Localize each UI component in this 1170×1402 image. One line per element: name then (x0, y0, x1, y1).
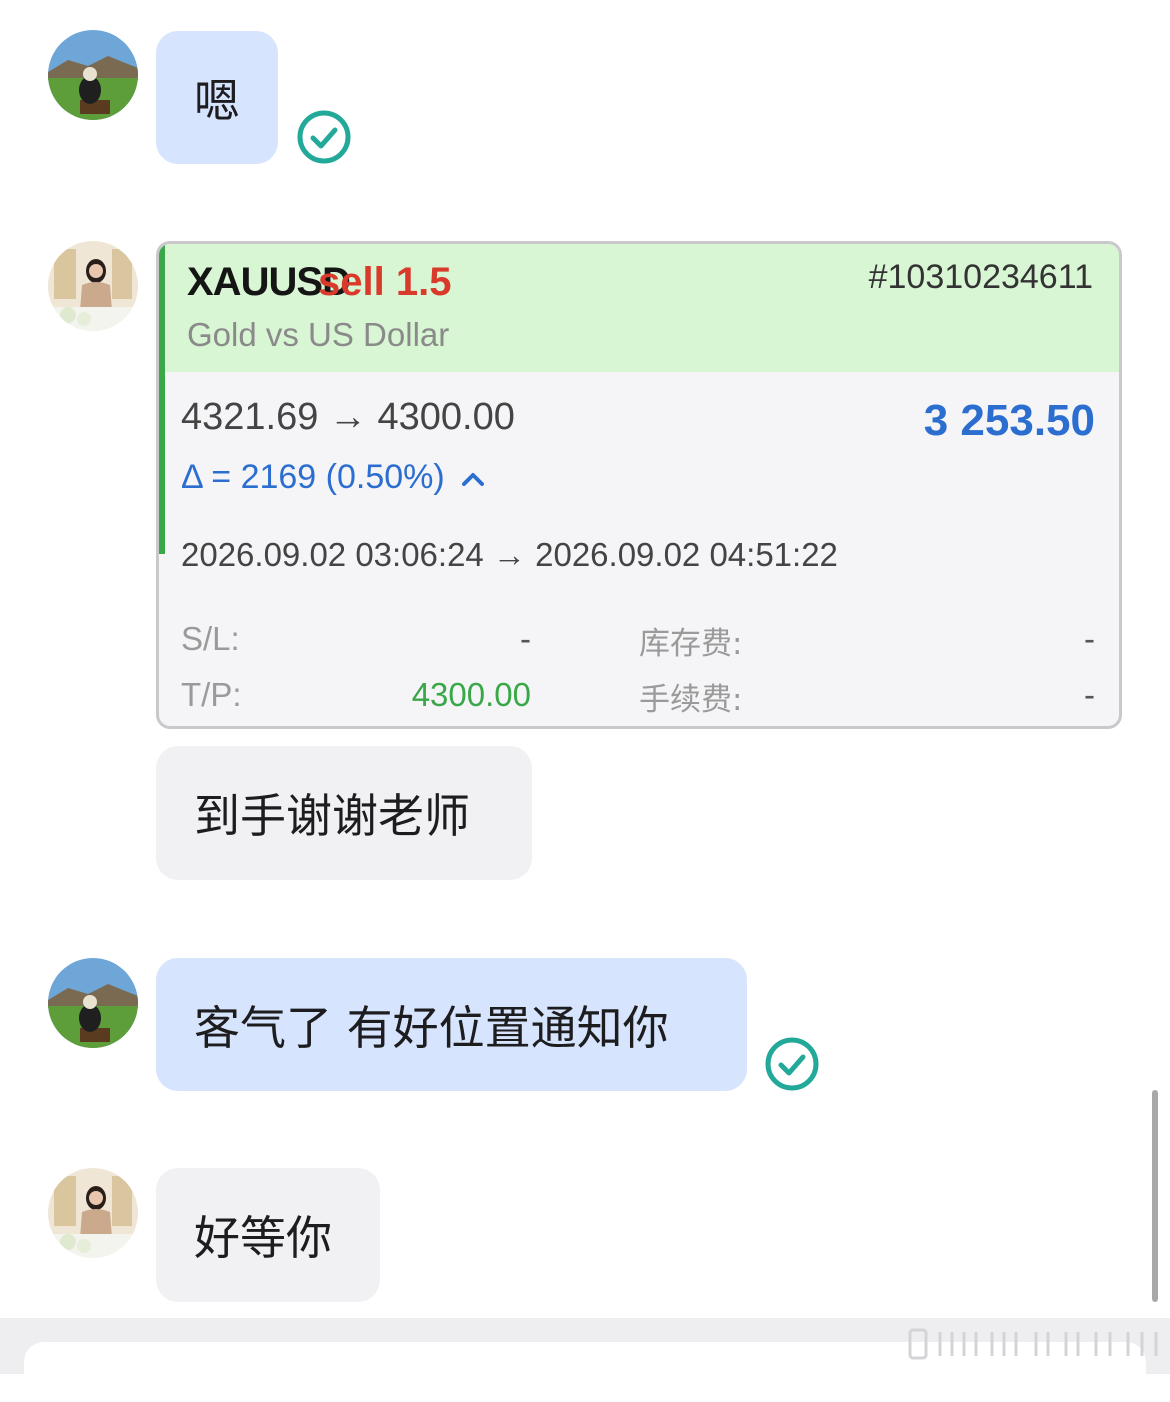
trade-card[interactable]: XAUUSD sell 1.5 #10310234611 Gold vs US … (156, 241, 1122, 729)
message-text: 到手谢谢老师 (194, 789, 470, 843)
swap-label: 库存费: (639, 626, 743, 662)
trade-card-header: XAUUSD sell 1.5 #10310234611 Gold vs US … (165, 244, 1119, 372)
ticket-number: #10310234611 (868, 258, 1093, 296)
sl-value: - (520, 620, 531, 657)
contact-avatar[interactable] (48, 1168, 138, 1258)
my-avatar[interactable] (48, 958, 138, 1048)
contact-avatar[interactable] (48, 241, 138, 331)
symbol-description: Gold vs US Dollar (187, 316, 450, 353)
profit-value: 3 253.50 (923, 396, 1095, 445)
commission-label: 手续费: (639, 682, 743, 718)
message-text: 客气了 有好位置通知你 (194, 1000, 669, 1055)
swap-value: - (1084, 620, 1095, 657)
message-bubble[interactable]: 客气了 有好位置通知你 (156, 958, 747, 1091)
tp-value: 4300.00 (411, 676, 531, 713)
message-text: 嗯 (194, 73, 240, 128)
check-circle-icon (297, 110, 351, 164)
price-range: 4321.69 → 4300.00 (181, 396, 515, 438)
delta-value: Δ = 2169 (0.50%) (181, 458, 486, 497)
chevron-up-icon (462, 473, 485, 487)
scrollbar[interactable] (1152, 1090, 1158, 1302)
delta-text: Δ = 2169 (0.50%) (181, 458, 445, 496)
tp-label: T/P: (181, 676, 242, 713)
check-circle-icon (765, 1037, 819, 1091)
watermark-logo (908, 1328, 1158, 1360)
message-bubble[interactable]: 嗯 (156, 31, 278, 164)
my-avatar[interactable] (48, 30, 138, 120)
message-text: 好等你 (194, 1211, 332, 1265)
commission-value: - (1084, 676, 1095, 713)
sl-label: S/L: (181, 620, 240, 657)
side-label: sell 1.5 (318, 260, 452, 304)
time-range: 2026.09.02 03:06:24 → 2026.09.02 04:51:2… (181, 536, 838, 573)
message-bubble[interactable]: 好等你 (156, 1168, 380, 1302)
message-bubble[interactable]: 到手谢谢老师 (156, 746, 532, 880)
